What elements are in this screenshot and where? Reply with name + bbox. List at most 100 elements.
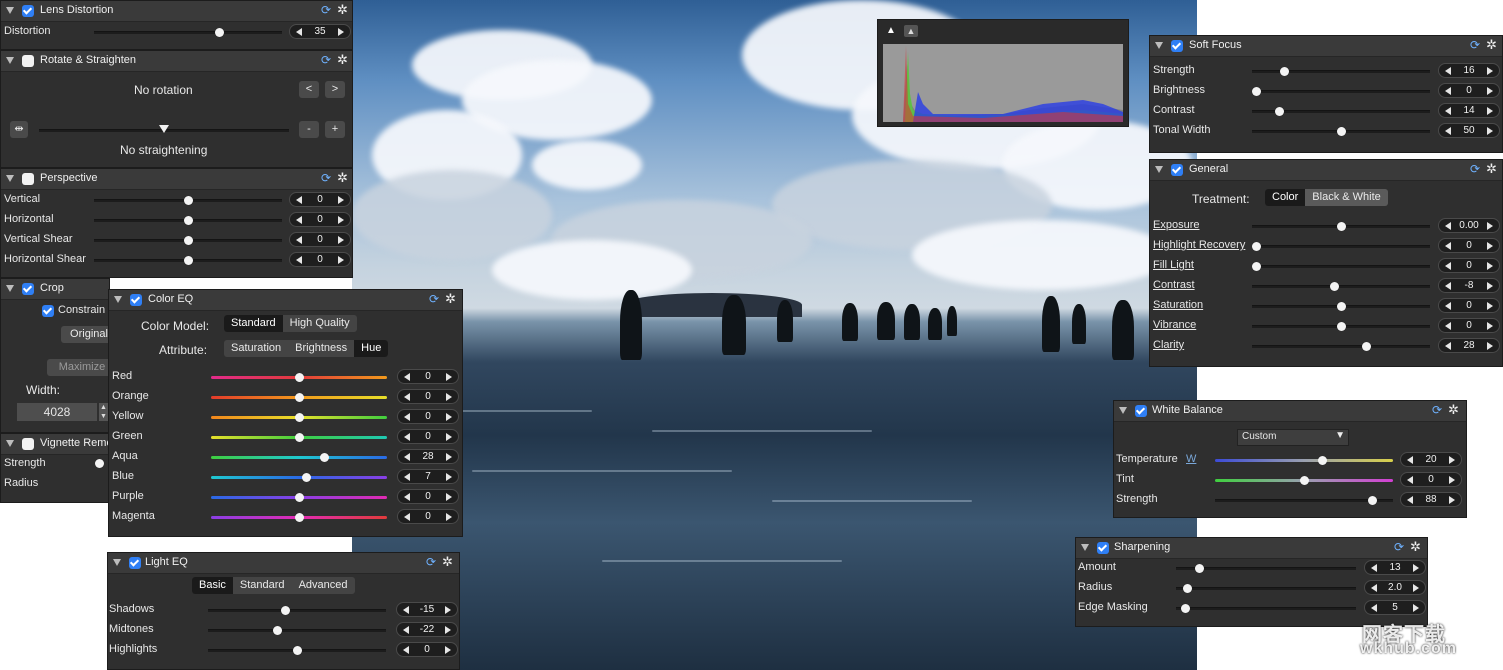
- value-stepper[interactable]: 0: [289, 232, 351, 247]
- slider-track[interactable]: [1215, 499, 1393, 502]
- increment-icon[interactable]: [1487, 242, 1493, 250]
- increment-icon[interactable]: [445, 606, 451, 614]
- slider-knob[interactable]: [295, 433, 304, 442]
- increment-icon[interactable]: [1413, 584, 1419, 592]
- slider-knob[interactable]: [1181, 604, 1190, 613]
- slider-track[interactable]: [1176, 607, 1356, 610]
- reset-icon[interactable]: ⟳: [321, 3, 331, 17]
- treatment-segmented-control[interactable]: Color Black & White: [1265, 189, 1388, 206]
- disclosure-triangle-icon[interactable]: [1155, 42, 1163, 49]
- slider-knob[interactable]: [302, 473, 312, 482]
- enable-checkbox[interactable]: [1097, 542, 1109, 554]
- disclosure-triangle-icon[interactable]: [1119, 407, 1127, 414]
- value-stepper[interactable]: 16: [1438, 63, 1500, 78]
- value-stepper[interactable]: 88: [1400, 492, 1462, 507]
- decrement-icon[interactable]: [404, 393, 410, 401]
- straighten-minus-button[interactable]: -: [299, 121, 319, 138]
- slider-knob[interactable]: [1317, 456, 1327, 465]
- decrement-icon[interactable]: [1445, 242, 1451, 250]
- segment-standard[interactable]: Standard: [224, 315, 283, 332]
- value-stepper[interactable]: 0: [289, 192, 351, 207]
- constrain-checkbox[interactable]: [42, 305, 54, 317]
- slider-track[interactable]: [1252, 345, 1430, 348]
- slider-track[interactable]: [1252, 285, 1430, 288]
- increment-icon[interactable]: [1487, 322, 1493, 330]
- disclosure-triangle-icon[interactable]: [6, 285, 14, 292]
- decrement-icon[interactable]: [404, 373, 410, 381]
- decrement-icon[interactable]: [404, 493, 410, 501]
- increment-icon[interactable]: [445, 646, 451, 654]
- decrement-icon[interactable]: [404, 513, 410, 521]
- value-stepper[interactable]: -15: [396, 602, 458, 617]
- decrement-icon[interactable]: [1445, 342, 1451, 350]
- increment-icon[interactable]: [1487, 107, 1493, 115]
- increment-icon[interactable]: [445, 626, 451, 634]
- slider-knob[interactable]: [1251, 87, 1261, 96]
- value-stepper[interactable]: 0: [1438, 298, 1500, 313]
- value-stepper[interactable]: 0.00: [1438, 218, 1500, 233]
- reset-icon[interactable]: ⟳: [1470, 162, 1480, 176]
- value-stepper[interactable]: 13: [1364, 560, 1426, 575]
- increment-icon[interactable]: [446, 393, 452, 401]
- increment-icon[interactable]: [338, 256, 344, 264]
- slider-knob[interactable]: [184, 196, 193, 205]
- slider-knob[interactable]: [293, 646, 302, 655]
- decrement-icon[interactable]: [296, 256, 302, 264]
- decrement-icon[interactable]: [1445, 302, 1451, 310]
- slider-knob[interactable]: [295, 413, 304, 422]
- decrement-icon[interactable]: [1407, 456, 1413, 464]
- increment-icon[interactable]: [1413, 604, 1419, 612]
- increment-icon[interactable]: [1413, 564, 1419, 572]
- slider-knob[interactable]: [1280, 67, 1290, 76]
- decrement-icon[interactable]: [1371, 564, 1377, 572]
- value-stepper[interactable]: 28: [397, 449, 459, 464]
- increment-icon[interactable]: [1487, 87, 1493, 95]
- gear-icon[interactable]: ✲: [1448, 402, 1459, 418]
- slider-knob[interactable]: [1182, 584, 1192, 593]
- decrement-icon[interactable]: [296, 236, 302, 244]
- decrement-icon[interactable]: [296, 196, 302, 204]
- increment-icon[interactable]: [1487, 67, 1493, 75]
- value-stepper[interactable]: 20: [1400, 452, 1462, 467]
- increment-icon[interactable]: [446, 433, 452, 441]
- slider-knob[interactable]: [215, 28, 224, 37]
- decrement-icon[interactable]: [1445, 87, 1451, 95]
- disclosure-triangle-icon[interactable]: [1081, 544, 1089, 551]
- preset-popup[interactable]: Custom ▼: [1237, 429, 1349, 446]
- decrement-icon[interactable]: [404, 433, 410, 441]
- reset-icon[interactable]: ⟳: [1432, 403, 1442, 417]
- slider-knob[interactable]: [1300, 476, 1309, 485]
- value-stepper[interactable]: 0: [1400, 472, 1462, 487]
- value-stepper[interactable]: 0: [1438, 318, 1500, 333]
- gear-icon[interactable]: ✲: [1486, 161, 1497, 177]
- value-stepper[interactable]: 0: [397, 429, 459, 444]
- straighten-icon[interactable]: ⇹: [10, 121, 28, 138]
- value-stepper[interactable]: 0: [1438, 238, 1500, 253]
- slider-track[interactable]: [1176, 587, 1356, 590]
- value-stepper[interactable]: 0: [397, 389, 459, 404]
- disclosure-triangle-icon[interactable]: [6, 175, 14, 182]
- slider-knob[interactable]: [184, 216, 193, 225]
- slider-knob[interactable]: [1361, 342, 1371, 351]
- increment-icon[interactable]: [1487, 302, 1493, 310]
- enable-checkbox[interactable]: [1171, 40, 1183, 52]
- disclosure-triangle-icon[interactable]: [1155, 166, 1163, 173]
- decrement-icon[interactable]: [403, 646, 409, 654]
- slider-track[interactable]: [1252, 245, 1430, 248]
- reset-icon[interactable]: ⟳: [429, 292, 439, 306]
- decrement-icon[interactable]: [1445, 282, 1451, 290]
- straighten-marker-icon[interactable]: [159, 125, 169, 133]
- slider-knob[interactable]: [1337, 322, 1346, 331]
- increment-icon[interactable]: [446, 413, 452, 421]
- value-stepper[interactable]: 7: [397, 469, 459, 484]
- color-model-segmented-control[interactable]: Standard High Quality: [224, 315, 357, 332]
- slider-track[interactable]: [211, 456, 387, 459]
- slider-knob[interactable]: [295, 493, 304, 502]
- reset-icon[interactable]: ⟳: [426, 555, 436, 569]
- value-stepper[interactable]: 0: [397, 509, 459, 524]
- increment-icon[interactable]: [338, 196, 344, 204]
- width-stepper-icon[interactable]: ▲ ▼: [99, 403, 108, 421]
- decrement-icon[interactable]: [1371, 604, 1377, 612]
- decrement-icon[interactable]: [1445, 67, 1451, 75]
- gear-icon[interactable]: ✲: [1410, 539, 1421, 555]
